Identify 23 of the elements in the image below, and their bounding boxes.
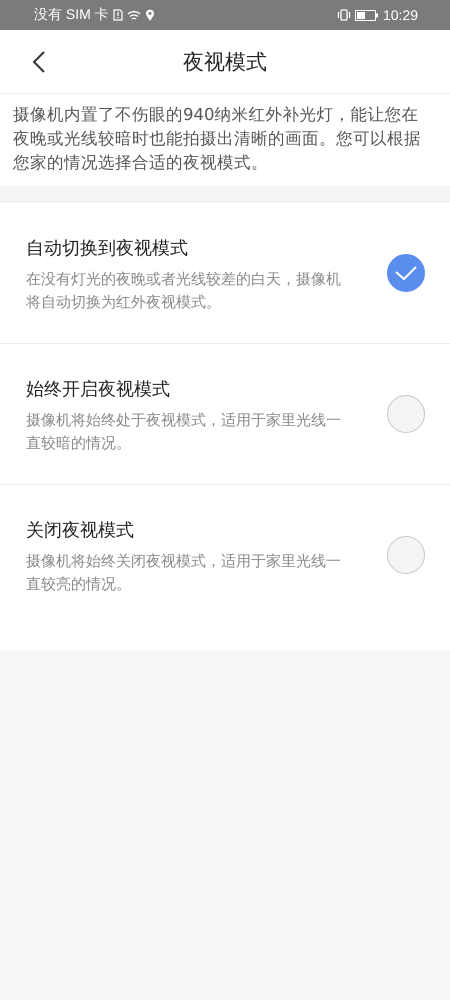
back-icon	[32, 50, 46, 74]
sim-alert-icon	[112, 9, 123, 21]
carrier-text: 没有 SIM 卡	[34, 6, 109, 24]
mode-option[interactable]: 自动切换到夜视模式 在没有灯光的夜晚或者光线较差的白天，摄像机将自动切换为红外夜视模式。	[0, 202, 450, 343]
option-title: 始终开启夜视模式	[26, 378, 171, 401]
page-title: 夜视模式	[183, 48, 267, 76]
option-description: 摄像机将始终关闭夜视模式，适用于家里光线一直较亮的情况。	[26, 551, 342, 595]
clock-text: 10:29	[382, 7, 418, 23]
mode-option[interactable]: 关闭夜视模式 摄像机将始终关闭夜视模式，适用于家里光线一直较亮的情况。	[0, 484, 450, 625]
checked-radio[interactable]	[387, 254, 425, 292]
option-description: 在没有灯光的夜晚或者光线较差的白天，摄像机将自动切换为红外夜视模式。	[26, 268, 342, 312]
checkmark-icon	[394, 264, 418, 280]
intro-text: 摄像机内置了不伤眼的940纳米红外补光灯，能让您在夜晚或光线较暗时也能拍摄出清晰的画面。您可以根据您家的情况选择合适的夜视模式。	[0, 94, 450, 186]
radio-button[interactable]	[387, 395, 425, 433]
location-icon	[144, 8, 155, 22]
option-description: 摄像机将始终处于夜视模式，适用于家里光线一直较暗的情况。	[26, 410, 342, 454]
option-title: 关闭夜视模式	[26, 519, 135, 542]
radio-button[interactable]	[387, 536, 425, 574]
mode-option[interactable]: 始终开启夜视模式 摄像机将始终处于夜视模式，适用于家里光线一直较暗的情况。	[0, 343, 450, 484]
option-title: 自动切换到夜视模式	[26, 236, 189, 260]
wifi-icon	[126, 10, 141, 20]
vibrate-icon	[336, 9, 351, 21]
battery-icon	[354, 10, 379, 20]
